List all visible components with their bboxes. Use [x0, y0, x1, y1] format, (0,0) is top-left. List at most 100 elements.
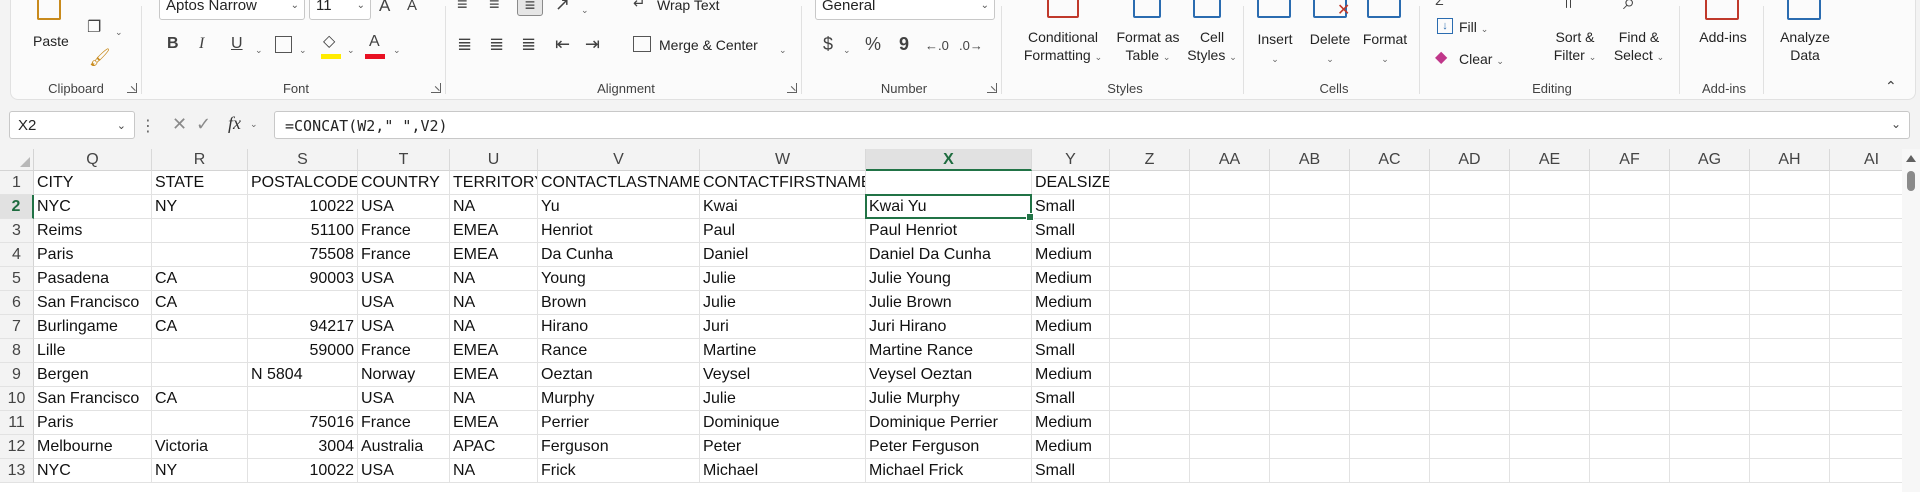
cell-v9[interactable]: Oeztan [538, 363, 700, 387]
cell-v10[interactable]: Murphy [538, 387, 700, 411]
align-left-icon[interactable]: ≣ [457, 34, 472, 54]
cell-ag11[interactable] [1670, 411, 1750, 435]
cell-ad1[interactable] [1430, 171, 1510, 195]
cell-ah2[interactable] [1750, 195, 1830, 219]
cell-af3[interactable] [1590, 219, 1670, 243]
font-launcher-icon[interactable] [431, 83, 441, 93]
cell-ab3[interactable] [1270, 219, 1350, 243]
column-header-x[interactable]: X [866, 149, 1032, 171]
collapse-ribbon-icon[interactable]: ⌃ [1885, 76, 1897, 96]
cell-ae7[interactable] [1510, 315, 1590, 339]
clear-button[interactable]: Clear ⌄ [1459, 50, 1504, 70]
fill-button[interactable]: Fill ⌄ [1459, 18, 1488, 38]
column-header-ac[interactable]: AC [1350, 149, 1430, 171]
cell-y1[interactable]: DEALSIZE [1032, 171, 1110, 195]
cell-u9[interactable]: EMEA [450, 363, 538, 387]
insert-function-button[interactable]: fx [228, 113, 241, 134]
underline-dropdown-chevron-icon[interactable]: ⌄ [255, 40, 263, 60]
cell-af10[interactable] [1590, 387, 1670, 411]
cell-ac10[interactable] [1350, 387, 1430, 411]
cell-z5[interactable] [1110, 267, 1190, 291]
sort-filter-button[interactable]: Sort & Filter ⌄ [1545, 28, 1605, 66]
cell-v4[interactable]: Da Cunha [538, 243, 700, 267]
cell-ah10[interactable] [1750, 387, 1830, 411]
cell-v7[interactable]: Hirano [538, 315, 700, 339]
cell-ag13[interactable] [1670, 459, 1750, 483]
row-header-4[interactable]: 4 [0, 243, 34, 267]
row-header-1[interactable]: 1 [0, 171, 34, 195]
cell-af1[interactable] [1590, 171, 1670, 195]
column-header-s[interactable]: S [248, 149, 358, 171]
column-header-r[interactable]: R [152, 149, 248, 171]
cell-x4[interactable]: Daniel Da Cunha [866, 243, 1032, 267]
underline-button[interactable]: U [231, 34, 243, 54]
cell-y12[interactable]: Medium [1032, 435, 1110, 459]
cell-ab5[interactable] [1270, 267, 1350, 291]
cell-af4[interactable] [1590, 243, 1670, 267]
cell-aa6[interactable] [1190, 291, 1270, 315]
cell-u10[interactable]: NA [450, 387, 538, 411]
row-header-10[interactable]: 10 [0, 387, 34, 411]
cell-z11[interactable] [1110, 411, 1190, 435]
column-header-ad[interactable]: AD [1430, 149, 1510, 171]
currency-dropdown-chevron-icon[interactable]: ⌄ [843, 40, 851, 60]
cell-ac7[interactable] [1350, 315, 1430, 339]
cell-r1[interactable]: STATE [152, 171, 248, 195]
font-size-select[interactable]: 11 ⌄ [309, 0, 371, 20]
cell-aa13[interactable] [1190, 459, 1270, 483]
cell-v3[interactable]: Henriot [538, 219, 700, 243]
cell-q7[interactable]: Burlingame [34, 315, 152, 339]
cell-ab8[interactable] [1270, 339, 1350, 363]
cell-ab1[interactable] [1270, 171, 1350, 195]
cell-y7[interactable]: Medium [1032, 315, 1110, 339]
cell-ad8[interactable] [1430, 339, 1510, 363]
cell-x11[interactable]: Dominique Perrier [866, 411, 1032, 435]
cell-aa3[interactable] [1190, 219, 1270, 243]
cell-styles-icon[interactable] [1193, 0, 1221, 18]
cell-s2[interactable]: 10022 [248, 195, 358, 219]
cell-ag5[interactable] [1670, 267, 1750, 291]
cell-y2[interactable]: Small [1032, 195, 1110, 219]
decrease-indent-icon[interactable]: ⇤ [555, 34, 570, 54]
cell-w12[interactable]: Peter [700, 435, 866, 459]
format-cells-icon[interactable] [1367, 0, 1401, 18]
cell-u11[interactable]: EMEA [450, 411, 538, 435]
analyze-data-button[interactable]: Analyze Data [1769, 28, 1841, 64]
select-all-button[interactable] [0, 149, 34, 171]
borders-icon[interactable] [275, 36, 292, 53]
insert-cells-button[interactable]: Insert ⌄ [1251, 30, 1299, 68]
cell-y3[interactable]: Small [1032, 219, 1110, 243]
cell-ah5[interactable] [1750, 267, 1830, 291]
cell-ah4[interactable] [1750, 243, 1830, 267]
cell-ac9[interactable] [1350, 363, 1430, 387]
cell-t2[interactable]: USA [358, 195, 450, 219]
percent-button[interactable]: % [865, 34, 881, 54]
cell-af12[interactable] [1590, 435, 1670, 459]
fill-color-icon[interactable]: ◇ [323, 32, 335, 52]
cell-ae6[interactable] [1510, 291, 1590, 315]
cell-q4[interactable]: Paris [34, 243, 152, 267]
cell-q2[interactable]: NYC [34, 195, 152, 219]
cell-ad13[interactable] [1430, 459, 1510, 483]
paste-button[interactable]: Paste [33, 32, 69, 50]
cell-ag8[interactable] [1670, 339, 1750, 363]
cell-ad5[interactable] [1430, 267, 1510, 291]
column-header-y[interactable]: Y [1032, 149, 1110, 171]
row-header-12[interactable]: 12 [0, 435, 34, 459]
cell-x1[interactable] [866, 171, 1032, 195]
formula-input[interactable]: =CONCAT(W2," ",V2) ⌄ [274, 111, 1910, 139]
cell-ac1[interactable] [1350, 171, 1430, 195]
cell-af7[interactable] [1590, 315, 1670, 339]
cell-w2[interactable]: Kwai [700, 195, 866, 219]
cell-w5[interactable]: Julie [700, 267, 866, 291]
cell-u6[interactable]: NA [450, 291, 538, 315]
cell-w7[interactable]: Juri [700, 315, 866, 339]
cell-w10[interactable]: Julie [700, 387, 866, 411]
cell-af13[interactable] [1590, 459, 1670, 483]
cell-w11[interactable]: Dominique [700, 411, 866, 435]
cell-z8[interactable] [1110, 339, 1190, 363]
cell-r9[interactable] [152, 363, 248, 387]
vertical-scrollbar[interactable] [1902, 149, 1920, 492]
scroll-up-arrow-icon[interactable] [1906, 155, 1916, 162]
cell-ac3[interactable] [1350, 219, 1430, 243]
